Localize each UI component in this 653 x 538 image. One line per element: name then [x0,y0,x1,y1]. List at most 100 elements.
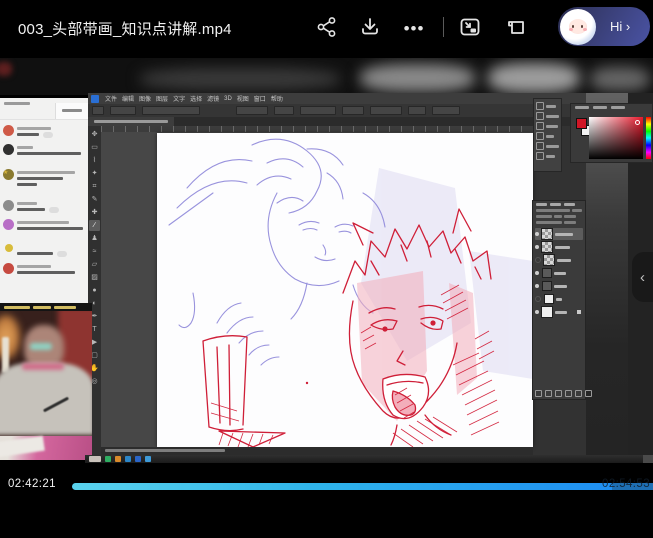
seek-bar-fill [72,483,612,490]
control-bar: 倍速 超清 字幕 查找 选集 SVIP [0,495,653,538]
chat-message: ★ [3,169,85,195]
layer-row[interactable] [535,293,583,305]
avatar [560,9,596,45]
chat-message [3,263,85,277]
gradient-tool[interactable]: ▨ [89,272,100,283]
paint-app-window: 文件 编辑 图像 图层 文字 选择 滤镜 3D 视图 窗口 帮助 [88,93,653,455]
lasso-tool[interactable]: ⌇ [89,155,100,166]
layer-visibility-icon[interactable] [535,284,539,288]
current-time: 02:42:21 [8,478,56,490]
menu-item[interactable]: 选择 [190,94,202,103]
share-button[interactable] [314,14,340,40]
video-player-window: 003_头部带画_知识点讲解.mp4 ••• [0,0,653,538]
wand-tool[interactable]: ✦ [89,168,100,179]
chat-message [3,200,85,214]
chat-message [3,125,85,139]
menu-item[interactable]: 3D [224,96,232,102]
layers-panel-tabs [536,203,585,206]
app-ruler [101,126,533,132]
app-logo-icon [91,95,99,103]
menu-item[interactable]: 滤镜 [207,94,219,103]
layer-visibility-icon[interactable] [535,271,539,275]
menu-item[interactable]: 视图 [237,94,249,103]
color-cursor [635,120,640,125]
menu-item[interactable]: 图像 [139,94,151,103]
drawing-canvas[interactable] [157,133,533,447]
menu-item[interactable]: 帮助 [271,94,283,103]
webcam-overlay [0,303,92,460]
layer-row[interactable] [535,267,583,279]
marquee-tool[interactable]: ▭ [89,142,100,153]
brush-tool[interactable]: ∕ [89,220,100,231]
chat-message [3,244,85,258]
color-panel-tabs [575,106,652,109]
foreground-color-swatch[interactable] [576,118,587,129]
move-tool[interactable]: ✥ [89,129,100,140]
taskbar-app-icon [135,456,141,462]
layer-row-selected[interactable] [535,228,583,240]
video-title: 003_头部带画_知识点讲解.mp4 [18,18,232,39]
chat-message [3,219,85,239]
share-icon [316,16,338,38]
pip-icon [458,15,482,39]
lock-icon [577,310,581,314]
hi-label: Hi › [610,19,630,34]
seek-bar[interactable] [72,483,653,490]
playlist-collapse-tab[interactable]: ‹ [632,252,653,302]
video-blurred-banner [0,58,653,95]
sketch-artwork [157,133,533,447]
eyedropper-tool[interactable]: ✎ [89,194,100,205]
layer-visibility-icon[interactable] [535,310,539,314]
pip-button[interactable] [457,14,483,40]
stamp-tool[interactable]: ♟ [89,233,100,244]
webcam-caption [0,303,92,311]
chat-header: ⟳ ✕ [0,98,88,120]
progress-row: 02:42:21 02:54:53 [0,478,653,494]
layer-row[interactable] [535,241,583,253]
chat-message [3,144,85,164]
layer-visibility-icon[interactable] [535,245,539,249]
hue-strip[interactable] [646,117,651,159]
taskbar-app-icon [125,456,131,462]
taskbar-app-icon [145,456,151,462]
taskbar-app-icon [89,456,101,462]
duration-time: 02:54:53 [602,478,650,490]
topbar-divider [443,17,444,37]
mini-window-button[interactable] [503,14,529,40]
download-icon [359,16,381,38]
layer-visibility-icon[interactable] [535,232,539,236]
taskbar-app-icon [115,456,121,462]
layer-row[interactable] [535,280,583,292]
app-options-bar [88,104,653,117]
layer-visibility-icon[interactable] [535,257,541,263]
menu-item[interactable]: 文件 [105,94,117,103]
top-bar: 003_头部带画_知识点讲解.mp4 ••• [0,0,653,55]
account-pill[interactable]: Hi › [558,7,650,46]
taskbar-clock-area [643,455,653,463]
document-tab[interactable] [88,117,174,126]
chevron-left-icon: ‹ [640,269,645,286]
menu-item[interactable]: 窗口 [254,94,266,103]
video-frame[interactable]: 文件 编辑 图像 图层 文字 选择 滤镜 3D 视图 窗口 帮助 [0,55,653,463]
eraser-tool[interactable]: ▱ [89,259,100,270]
app-document-tabs [88,117,653,126]
layers-panel [532,200,586,400]
menu-item[interactable]: 编辑 [122,94,134,103]
more-button[interactable]: ••• [401,16,427,42]
history-brush-tool[interactable]: ≈ [89,246,100,257]
menu-item[interactable]: 文字 [173,94,185,103]
heal-tool[interactable]: ✚ [89,207,100,218]
blur-tool[interactable]: ● [89,285,100,296]
taskbar-app-icon [105,456,111,462]
background-layer-row[interactable] [535,306,583,318]
history-panel [533,98,562,172]
crop-tool[interactable]: ⌗ [89,181,100,192]
download-button[interactable] [357,14,383,40]
menu-item[interactable]: 图层 [156,94,168,103]
chat-tab[interactable] [55,103,88,119]
chat-panel: ⟳ ✕ ★ [0,98,88,303]
webcam-video [0,311,92,460]
layer-visibility-icon[interactable] [535,296,541,302]
mini-window-icon [504,15,528,39]
layer-row[interactable] [535,254,583,266]
